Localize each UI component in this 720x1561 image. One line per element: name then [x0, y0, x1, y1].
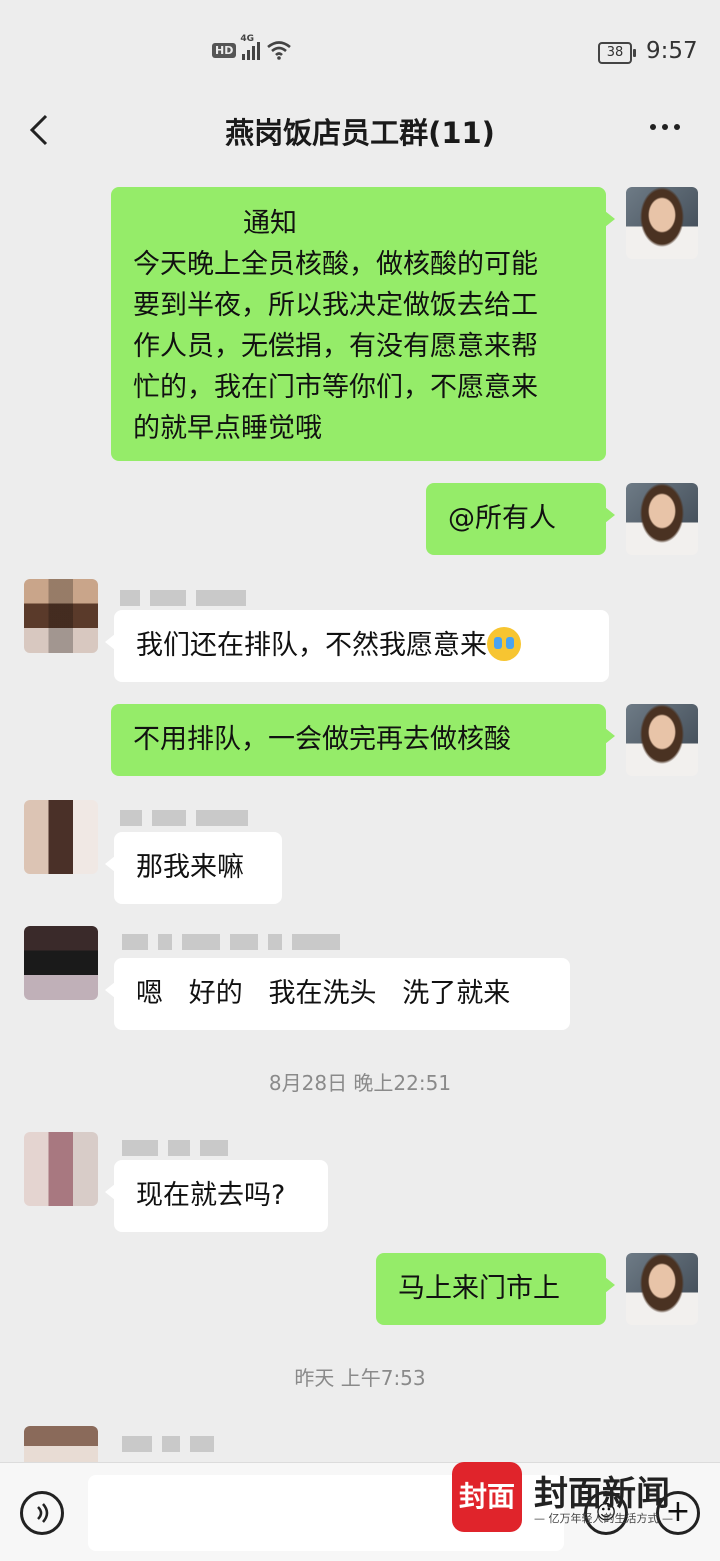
chat-header: 燕岗饭店员工群(11)	[0, 100, 720, 164]
crying-face-emoji	[487, 626, 521, 661]
status-icons: HD 4G	[212, 34, 292, 60]
avatar[interactable]	[24, 579, 98, 653]
message-text: 马上来门市上	[398, 1273, 560, 1304]
avatar[interactable]	[24, 800, 98, 874]
message-bubble[interactable]: 现在就去吗?	[105, 1160, 328, 1232]
signal-icon: 4G	[240, 34, 261, 60]
voice-icon[interactable]	[20, 1491, 64, 1535]
timestamp: 昨天 上午7:53	[294, 1366, 426, 1390]
sender-name-blurred	[122, 934, 340, 950]
status-time: 9:57	[646, 38, 698, 64]
avatar[interactable]	[626, 483, 698, 555]
message-bubble[interactable]: 嗯 好的 我在洗头 洗了就来	[105, 958, 570, 1030]
sender-name-blurred	[122, 1436, 214, 1452]
message-bubble[interactable]: @所有人	[426, 483, 615, 555]
sender-name-blurred	[120, 590, 246, 606]
message-text: @所有人	[448, 503, 556, 534]
message-line: 今天晚上全员核酸，做核酸的可能	[133, 249, 538, 280]
avatar[interactable]	[24, 926, 98, 1000]
message-text: 现在就去吗?	[136, 1180, 286, 1211]
sender-name-blurred	[122, 1140, 228, 1156]
avatar[interactable]	[24, 1132, 98, 1206]
network-type: 4G	[240, 34, 254, 44]
timestamp: 8月28日 晚上22:51	[268, 1071, 452, 1095]
notice-title: 通知	[243, 208, 297, 239]
watermark-slogan: — 亿万年轻人的生活方式 —	[534, 1512, 673, 1525]
message-line: 要到半夜，所以我决定做饭去给工	[133, 290, 538, 321]
message-text: 嗯 好的 我在洗头 洗了就来	[136, 978, 511, 1009]
message-text: 不用排队，一会做完再去做核酸	[133, 724, 511, 755]
status-bar: HD 4G 38 9:57	[0, 0, 720, 100]
message-text: 我们还在排队，不然我愿意来	[136, 630, 487, 661]
message-bubble[interactable]: 我们还在排队，不然我愿意来	[105, 610, 609, 682]
watermark-logo: 封面	[452, 1462, 522, 1532]
more-dots-icon[interactable]	[650, 124, 680, 130]
watermark-name: 封面新闻	[534, 1474, 670, 1514]
hd-indicator: HD	[212, 42, 237, 58]
message-line: 作人员，无偿捐，有没有愿意来帮	[133, 331, 538, 362]
watermark: 封面 封面新闻 — 亿万年轻人的生活方式 —	[452, 1462, 692, 1532]
message-bubble[interactable]: 不用排队，一会做完再去做核酸	[111, 704, 615, 776]
message-bubble[interactable]: 那我来嘛	[105, 832, 282, 904]
message-line: 忙的，我在门市等你们，不愿意来	[133, 372, 538, 403]
message-line: 的就早点睡觉哦	[133, 413, 322, 444]
chat-title: 燕岗饭店员工群(11)	[225, 116, 495, 150]
sender-name-blurred	[120, 810, 248, 826]
message-bubble-notice[interactable]: 通知 今天晚上全员核酸，做核酸的可能 要到半夜，所以我决定做饭去给工 作人员，无…	[111, 187, 615, 461]
avatar[interactable]	[626, 187, 698, 259]
battery-icon: 38	[598, 42, 636, 64]
avatar[interactable]	[626, 1253, 698, 1325]
avatar[interactable]	[626, 704, 698, 776]
message-bubble[interactable]: 马上来门市上	[376, 1253, 615, 1325]
avatar[interactable]	[24, 1426, 98, 1466]
wifi-icon	[267, 41, 292, 60]
message-text: 那我来嘛	[136, 852, 244, 883]
